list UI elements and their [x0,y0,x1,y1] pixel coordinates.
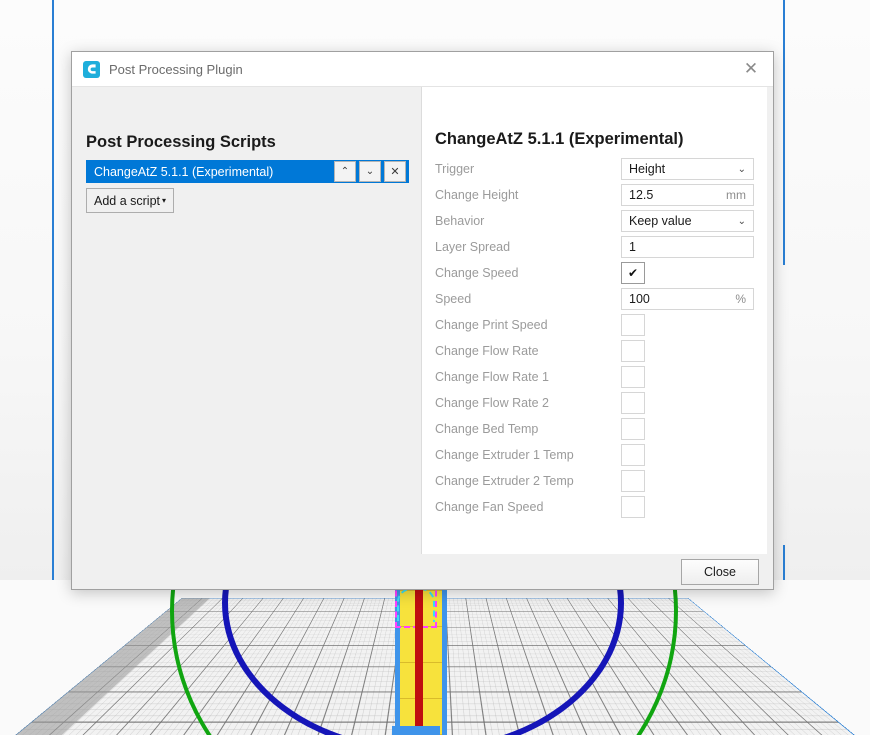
settings-row: Trigger Height ⌄ [435,156,755,182]
script-name-label: ChangeAtZ 5.1.1 (Experimental) [94,165,334,179]
dialog-footer: Close [72,554,773,589]
chevron-down-icon: ⌄ [738,164,746,175]
settings-row-label: Change Bed Temp [435,422,621,436]
field-value: 12.5 [629,188,726,202]
settings-row-label: Change Height [435,188,621,202]
settings-row-control: ✔ [621,262,755,284]
dialog-title: Post Processing Plugin [109,62,243,77]
field-value: Keep value [629,214,738,228]
settings-row-label: Change Flow Rate 1 [435,370,621,384]
settings-row: Change Fan Speed [435,494,755,520]
settings-row-control [621,314,755,336]
settings-row-label: Change Print Speed [435,318,621,332]
checkbox-change-flow-rate-1[interactable] [621,366,645,388]
settings-row: Change Print Speed [435,312,755,338]
settings-row-label: Layer Spread [435,240,621,254]
model-skirt [392,726,440,735]
model-support-line [415,578,423,735]
checkbox-change-extruder-2-temp[interactable] [621,470,645,492]
settings-row: Behavior Keep value ⌄ [435,208,755,234]
field-unit: % [735,292,746,306]
settings-row: Change Bed Temp [435,416,755,442]
input-speed[interactable]: 100% [621,288,754,310]
checkbox-change-speed[interactable]: ✔ [621,262,645,284]
settings-row: Change Flow Rate [435,338,755,364]
checkbox-change-fan-speed[interactable] [621,496,645,518]
settings-row-control [621,418,755,440]
settings-form: Trigger Height ⌄ Change Height 12.5 mm Behavio… [435,156,755,520]
input-change-height[interactable]: 12.5 mm [621,184,754,206]
settings-row-label: Change Extruder 2 Temp [435,474,621,488]
dialog-titlebar[interactable]: Post Processing Plugin ✕ [72,52,773,87]
settings-row-control [621,366,755,388]
settings-row-label: Change Fan Speed [435,500,621,514]
settings-row-control [621,392,755,414]
move-script-down-button[interactable]: ⌄ [359,161,381,182]
settings-row: Change Height 12.5 mm [435,182,755,208]
checkbox-change-flow-rate[interactable] [621,340,645,362]
scripts-panel: Post Processing Scripts ChangeAtZ 5.1.1 … [72,87,421,554]
select-trigger[interactable]: Height ⌄ [621,158,754,180]
chevron-down-icon: ⌄ [738,216,746,227]
settings-row-control: 100% [621,288,755,310]
settings-row: Change Extruder 2 Temp [435,468,755,494]
settings-row-label: Trigger [435,162,621,176]
checkbox-change-extruder-1-temp[interactable] [621,444,645,466]
scripts-heading: Post Processing Scripts [86,133,276,152]
settings-row-control [621,470,755,492]
add-script-button[interactable]: Add a script ▾ [86,188,174,213]
settings-row-control [621,496,755,518]
remove-script-button[interactable]: ✕ [384,161,406,182]
add-script-label: Add a script [94,194,160,208]
settings-row-label: Behavior [435,214,621,228]
settings-row: Change Speed ✔ [435,260,755,286]
settings-row-label: Change Flow Rate 2 [435,396,621,410]
settings-panel: ChangeAtZ 5.1.1 (Experimental) Trigger He… [421,87,767,554]
checkbox-change-flow-rate-2[interactable] [621,392,645,414]
field-unit: mm [726,188,746,202]
settings-row-control: 12.5 mm [621,184,755,206]
settings-row-label: Speed [435,292,621,306]
settings-row-label: Change Speed [435,266,621,280]
settings-row-control: Height ⌄ [621,158,755,180]
post-processing-dialog: Post Processing Plugin ✕ Post Processing… [71,51,774,590]
build-volume-edge-right [783,0,785,265]
checkbox-change-print-speed[interactable] [621,314,645,336]
close-icon[interactable]: ✕ [729,53,773,86]
settings-row: Change Extruder 1 Temp [435,442,755,468]
close-button[interactable]: Close [681,559,759,585]
select-behavior[interactable]: Keep value ⌄ [621,210,754,232]
settings-row-control: 1 [621,236,755,258]
settings-row-control [621,340,755,362]
cura-logo-icon [83,61,100,78]
settings-row-label: Change Flow Rate [435,344,621,358]
settings-heading: ChangeAtZ 5.1.1 (Experimental) [435,130,683,149]
checkbox-change-bed-temp[interactable] [621,418,645,440]
settings-row: Speed 100% [435,286,755,312]
input-layer-spread[interactable]: 1 [621,236,754,258]
settings-row-control: Keep value ⌄ [621,210,755,232]
settings-row: Change Flow Rate 2 [435,390,755,416]
settings-row: Layer Spread 1 [435,234,755,260]
script-list-item-selected[interactable]: ChangeAtZ 5.1.1 (Experimental) ⌃ ⌄ ✕ [86,160,409,183]
move-script-up-button[interactable]: ⌃ [334,161,356,182]
field-value: 1 [629,240,746,254]
check-icon: ✔ [628,266,638,280]
settings-row-control [621,444,755,466]
field-value: Height [629,162,738,176]
settings-row-label: Change Extruder 1 Temp [435,448,621,462]
field-value: 100 [629,292,735,306]
dialog-body: Post Processing Scripts ChangeAtZ 5.1.1 … [72,87,773,589]
build-volume-edge-left [52,0,54,580]
chevron-down-icon: ▾ [162,196,166,205]
settings-row: Change Flow Rate 1 [435,364,755,390]
